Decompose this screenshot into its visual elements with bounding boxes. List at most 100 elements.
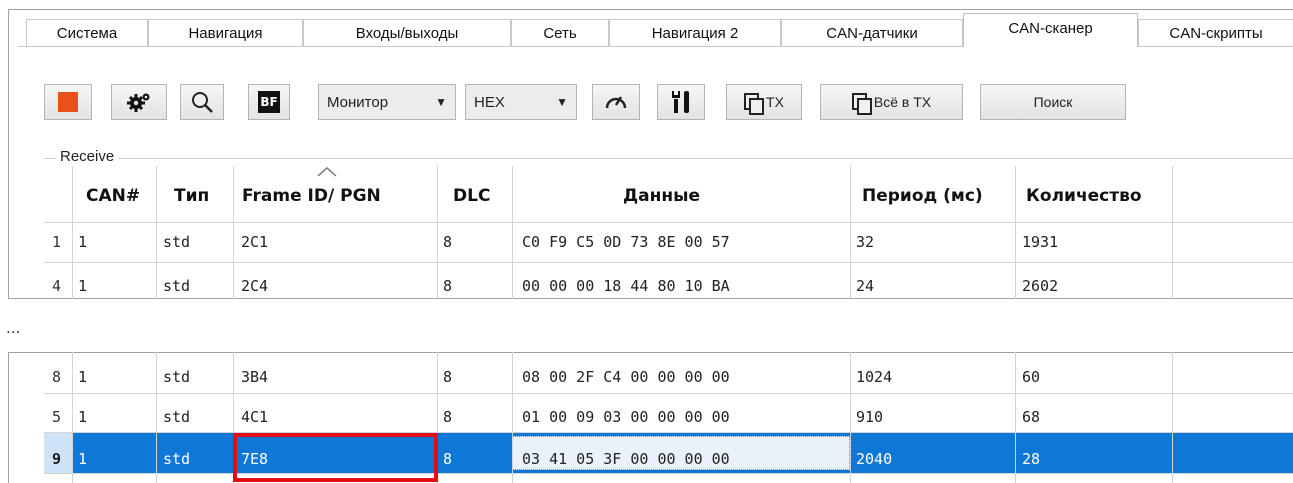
receive-group-border [44,158,1293,159]
tab-network[interactable]: Сеть [511,19,609,46]
cell-can: 1 [78,450,88,468]
highlight-annotation-box [233,433,438,482]
grid-line [512,352,513,483]
column-header-can[interactable]: CAN# [86,186,140,206]
grid-line [44,473,1293,474]
copy-to-tx-button[interactable]: TX [726,84,802,120]
column-header-count[interactable]: Количество [1026,186,1142,206]
grid-line [1015,352,1016,483]
tab-can-sensors[interactable]: CAN-датчики [781,19,963,46]
cell-count: 60 [1022,368,1041,386]
cell-count: 1931 [1022,233,1059,251]
tab-inputs-outputs[interactable]: Входы/выходы [303,19,511,46]
cell-can: 1 [78,233,88,251]
stop-icon [58,92,78,112]
tools-icon [672,91,689,113]
chevron-down-icon: ▼ [556,95,568,109]
row-number: 4 [52,277,62,295]
cell-period: 2040 [856,450,893,468]
tab-system[interactable]: Система [26,19,148,46]
mode-select-value: Монитор [327,93,389,111]
copy-to-tx-label: TX [766,94,784,110]
grid-line [1015,166,1016,299]
tab-can-scripts[interactable]: CAN-скрипты [1138,19,1293,46]
find-button[interactable]: Поиск [980,84,1126,120]
grid-line [512,166,513,299]
cell-dlc: 8 [443,277,453,295]
format-select-value: HEX [474,93,505,111]
find-button-label: Поиск [1033,94,1073,110]
cell-period: 1024 [856,368,893,386]
column-header-data[interactable]: Данные [623,186,700,206]
cell-frame-id: 2C1 [241,233,269,251]
cell-frame-id: 2C4 [241,277,269,295]
grid-line [156,166,157,299]
copy-all-to-tx-label: Всё в TX [873,94,932,110]
chevron-down-icon: ▼ [435,95,447,109]
column-header-frame-id[interactable]: Frame ID/ PGN [242,186,381,206]
bf-icon: BF [258,91,280,113]
grid-line [1172,352,1173,483]
grid-line [233,166,234,299]
cell-type: std [163,368,191,386]
column-header-period[interactable]: Период (мс) [862,186,983,206]
magnifier-icon [192,92,213,113]
grid-line [44,393,1293,394]
can-scanner-panel-top [8,9,1293,299]
gears-icon [127,93,150,112]
bf-button[interactable]: BF [248,84,290,120]
settings-button[interactable] [111,84,167,120]
cell-count: 2602 [1022,277,1059,295]
grid-line [156,352,157,483]
cell-count: 68 [1022,408,1041,426]
search-button[interactable] [180,84,224,120]
cell-frame-id: 3B4 [241,368,269,386]
tab-navigation[interactable]: Навигация [148,19,303,46]
cell-data: 08 00 2F C4 00 00 00 00 [522,368,730,386]
copy-icon [744,93,765,115]
grid-line [1172,166,1173,299]
grid-line [437,166,438,299]
grid-line [44,432,1293,433]
format-select[interactable]: HEX ▼ [465,84,577,120]
column-header-dlc[interactable]: DLC [453,186,490,206]
grid-line [850,352,851,483]
cell-dlc: 8 [443,368,453,386]
sort-ascending-icon [317,166,337,177]
copy-all-to-tx-button[interactable]: Всё в TX [820,84,963,120]
row-number: 5 [52,408,62,426]
speedometer-icon [605,96,627,109]
tools-button[interactable] [657,84,705,120]
omitted-rows-ellipsis: ... [6,318,21,337]
grid-line [850,166,851,299]
cell-type: std [163,450,191,468]
tab-can-scanner[interactable]: CAN-сканер [963,13,1138,47]
cell-data: 00 00 00 18 44 80 10 BA [522,277,730,295]
stop-button[interactable] [44,84,92,120]
cell-data: 01 00 09 03 00 00 00 00 [522,408,730,426]
column-header-type[interactable]: Тип [174,186,209,206]
grid-line [72,352,73,483]
mode-select[interactable]: Монитор ▼ [318,84,456,120]
cell-can: 1 [78,368,88,386]
cell-dlc: 8 [443,233,453,251]
cell-data: 03 41 05 3F 00 00 00 00 [522,450,730,468]
grid-line [72,166,73,299]
tab-navigation-2[interactable]: Навигация 2 [609,19,781,46]
grid-line [44,222,1293,223]
cell-period: 32 [856,233,875,251]
speed-button[interactable] [592,84,640,120]
cell-type: std [163,233,191,251]
cell-type: std [163,277,191,295]
cell-dlc: 8 [443,408,453,426]
grid-line [44,262,1293,263]
row-number: 8 [52,368,62,386]
row-number: 1 [52,233,62,251]
receive-group-label: Receive [56,148,119,165]
cell-count: 28 [1022,450,1041,468]
cell-can: 1 [78,277,88,295]
cell-can: 1 [78,408,88,426]
cell-type: std [163,408,191,426]
row-number: 9 [52,450,62,468]
cell-period: 24 [856,277,875,295]
